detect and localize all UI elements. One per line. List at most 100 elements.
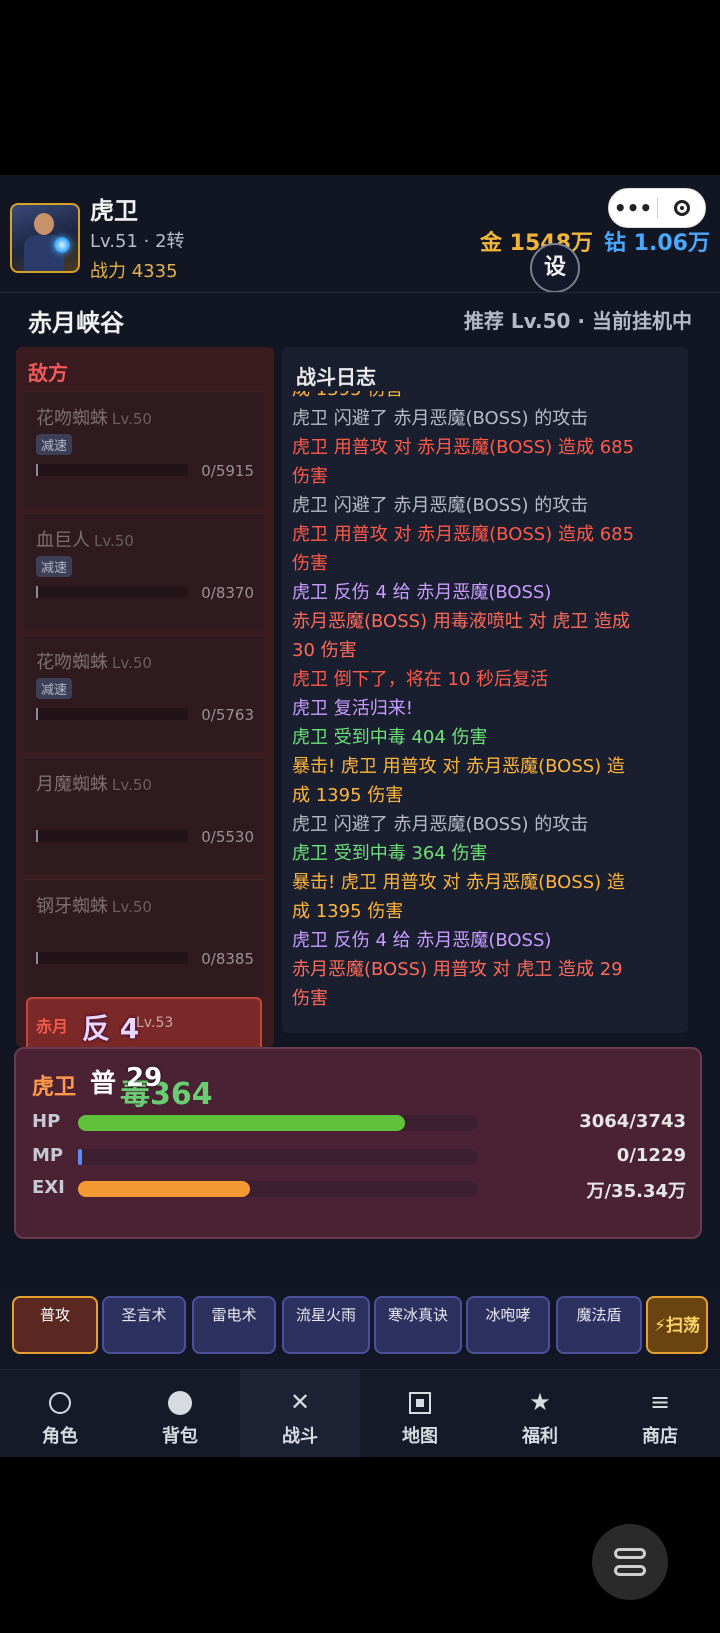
floating-damage-text: 29 — [126, 1063, 163, 1093]
enemy-card[interactable]: 花吻蜘蛛 Lv.50 减速 0/5915 — [24, 391, 264, 508]
hp-label: HP — [32, 1111, 61, 1132]
battle-log-line: 成 1395 伤害 — [292, 391, 676, 404]
battle-log-line: 赤月恶魔(BOSS) 用毒液喷吐 对 虎卫 造成 — [292, 611, 630, 632]
battle-log-line: 虎卫 复活归来! — [292, 698, 413, 719]
battle-log-line: 赤月恶魔(BOSS) 用普攻 对 虎卫 造成 29 — [292, 959, 623, 980]
nav-label: 地图 — [402, 1426, 438, 1447]
battle-log-line: 虎卫 倒下了，将在 10 秒后复活 — [292, 669, 549, 690]
nav-item-battle[interactable]: ✕ 战斗 — [240, 1370, 360, 1457]
battle-log-line: 成 1395 伤害 — [292, 785, 404, 806]
star-icon: ★ — [529, 1388, 551, 1416]
home-pill-icon-top — [614, 1548, 646, 1559]
battle-log-line: 虎卫 用普攻 对 赤月恶魔(BOSS) 造成 685 — [292, 524, 635, 545]
player-status-panel: 虎卫 毒364 普 29 HP 3064/3743 MP 0/1229 EXI … — [14, 1047, 702, 1239]
mp-bar-fill — [78, 1149, 82, 1165]
enemy-hp-bar — [36, 952, 188, 964]
nav-label: 战斗 — [282, 1426, 318, 1447]
skill-normal-attack[interactable]: 普攻 — [12, 1296, 98, 1354]
menu-lines-icon: ≡ — [649, 1388, 671, 1416]
nav-item-map[interactable]: 地图 — [360, 1370, 480, 1457]
battle-log-line: 成 1395 伤害 — [292, 901, 404, 922]
boss-card[interactable]: 赤月 Lv.53 — [26, 997, 262, 1051]
magic-orb-icon — [54, 237, 70, 253]
enemy-name: 花吻蜘蛛 Lv.50 — [36, 652, 152, 673]
boss-name: 赤月 — [36, 1017, 69, 1036]
exp-bar-fill — [78, 1181, 250, 1197]
sweep-button[interactable]: ⚡扫荡 — [646, 1296, 708, 1354]
enemy-panel-title: 敌方 — [28, 361, 68, 385]
battle-log-line: 30 伤害 — [292, 640, 357, 661]
nav-item-character[interactable]: 角色 — [0, 1370, 120, 1457]
battle-log-line: 虎卫 闪避了 赤月恶魔(BOSS) 的攻击 — [292, 495, 589, 516]
skill-frost[interactable]: 寒冰真诀 — [374, 1296, 462, 1354]
battle-log-list[interactable]: 成 1395 伤害虎卫 闪避了 赤月恶魔(BOSS) 的攻击虎卫 用普攻 对 赤… — [292, 391, 676, 1031]
battle-log-line: 伤害 — [292, 466, 328, 487]
mp-value: 0/1229 — [616, 1145, 686, 1166]
enemy-hp-text: 0/5530 — [201, 828, 254, 846]
more-icon[interactable]: ••• — [609, 189, 657, 227]
zone-name: 赤月峡谷 — [28, 309, 124, 337]
mp-bar — [78, 1149, 478, 1165]
mp-label: MP — [32, 1145, 64, 1166]
system-home-button[interactable] — [592, 1524, 668, 1600]
nav-item-backpack[interactable]: 背包 — [120, 1370, 240, 1457]
hp-bar — [78, 1115, 478, 1131]
hp-value: 3064/3743 — [579, 1111, 686, 1132]
map-square-icon — [409, 1392, 431, 1414]
enemy-hp-bar — [36, 830, 188, 842]
exp-label: EXI — [32, 1177, 65, 1198]
enemy-card[interactable]: 血巨人 Lv.50 减速 0/8370 — [24, 513, 264, 630]
miniprogram-capsule: ••• — [608, 188, 706, 228]
enemy-hp-text: 0/5763 — [201, 706, 254, 724]
enemy-name: 月魔蜘蛛 Lv.50 — [36, 774, 152, 795]
skill-thunder[interactable]: 雷电术 — [192, 1296, 276, 1354]
player-panel-name: 虎卫 — [32, 1075, 77, 1100]
home-pill-icon-bottom — [614, 1565, 646, 1576]
skill-holy-word[interactable]: 圣言术 — [102, 1296, 186, 1354]
circle-outline-icon — [49, 1392, 71, 1414]
skill-mana-shield[interactable]: 魔法盾 — [556, 1296, 642, 1354]
zone-recommend: 推荐 Lv.50 · 当前挂机中 — [463, 309, 692, 333]
battle-log-line: 虎卫 用普攻 对 赤月恶魔(BOSS) 造成 685 — [292, 437, 635, 458]
skills-bar: 普攻 圣言术 雷电术 流星火雨 寒冰真诀 冰咆哮 魔法盾 ⚡扫荡 — [0, 1287, 720, 1369]
enemy-card[interactable]: 钢牙蜘蛛 Lv.50 0/8385 — [24, 879, 264, 996]
status-badge: 减速 — [36, 678, 73, 699]
enemy-hp-bar — [36, 464, 188, 476]
enemy-hp-bar — [36, 586, 188, 598]
settings-button[interactable]: 设 — [530, 243, 580, 293]
battle-log-line: 虎卫 反伤 4 给 赤月恶魔(BOSS) — [292, 582, 552, 603]
enemy-hp-text: 0/8370 — [201, 584, 254, 602]
battle-log-line: 暴击! 虎卫 用普攻 对 赤月恶魔(BOSS) 造 — [292, 756, 625, 777]
battle-log-line: 暴击! 虎卫 用普攻 对 赤月恶魔(BOSS) 造 — [292, 872, 625, 893]
nav-item-welfare[interactable]: ★ 福利 — [480, 1370, 600, 1457]
nav-label: 角色 — [42, 1426, 78, 1447]
enemy-hp-text: 0/5915 — [201, 462, 254, 480]
diamond-amount: 钻 1.06万 — [604, 231, 710, 256]
avatar-head — [34, 213, 54, 235]
filled-circle-icon — [168, 1391, 192, 1415]
battle-log-panel[interactable]: 战斗日志 成 1395 伤害虎卫 闪避了 赤月恶魔(BOSS) 的攻击虎卫 用普… — [282, 347, 688, 1033]
enemy-panel: 敌方 花吻蜘蛛 Lv.50 减速 0/5915 血巨人 Lv.50 减速 0/837… — [16, 347, 274, 1047]
enemy-card[interactable]: 花吻蜘蛛 Lv.50 减速 0/5763 — [24, 635, 264, 752]
skill-meteor[interactable]: 流星火雨 — [282, 1296, 370, 1354]
boss-level: Lv.53 — [136, 1015, 174, 1031]
battle-log-line: 伤害 — [292, 553, 328, 574]
player-power: 战力 4335 — [90, 261, 178, 282]
battle-log-title: 战斗日志 — [296, 365, 376, 389]
exp-bar — [78, 1181, 478, 1197]
close-miniprogram-button[interactable] — [658, 200, 705, 216]
hp-bar-fill — [78, 1115, 406, 1131]
player-name: 虎卫 — [90, 197, 138, 225]
enemy-hp-text: 0/8385 — [201, 950, 254, 968]
target-icon — [673, 200, 690, 216]
nav-item-shop[interactable]: ≡ 商店 — [600, 1370, 720, 1457]
battle-log-line: 虎卫 闪避了 赤月恶魔(BOSS) 的攻击 — [292, 814, 589, 835]
status-badge: 减速 — [36, 556, 73, 577]
battle-log-line: 虎卫 受到中毒 364 伤害 — [292, 843, 488, 864]
exp-value: 万/35.34万 — [586, 1181, 686, 1202]
floating-attack-text: 普 — [90, 1069, 117, 1099]
enemy-name: 花吻蜘蛛 Lv.50 — [36, 408, 152, 429]
skill-ice-roar[interactable]: 冰咆哮 — [466, 1296, 550, 1354]
player-avatar[interactable] — [10, 203, 80, 273]
enemy-card[interactable]: 月魔蜘蛛 Lv.50 0/5530 — [24, 757, 264, 874]
